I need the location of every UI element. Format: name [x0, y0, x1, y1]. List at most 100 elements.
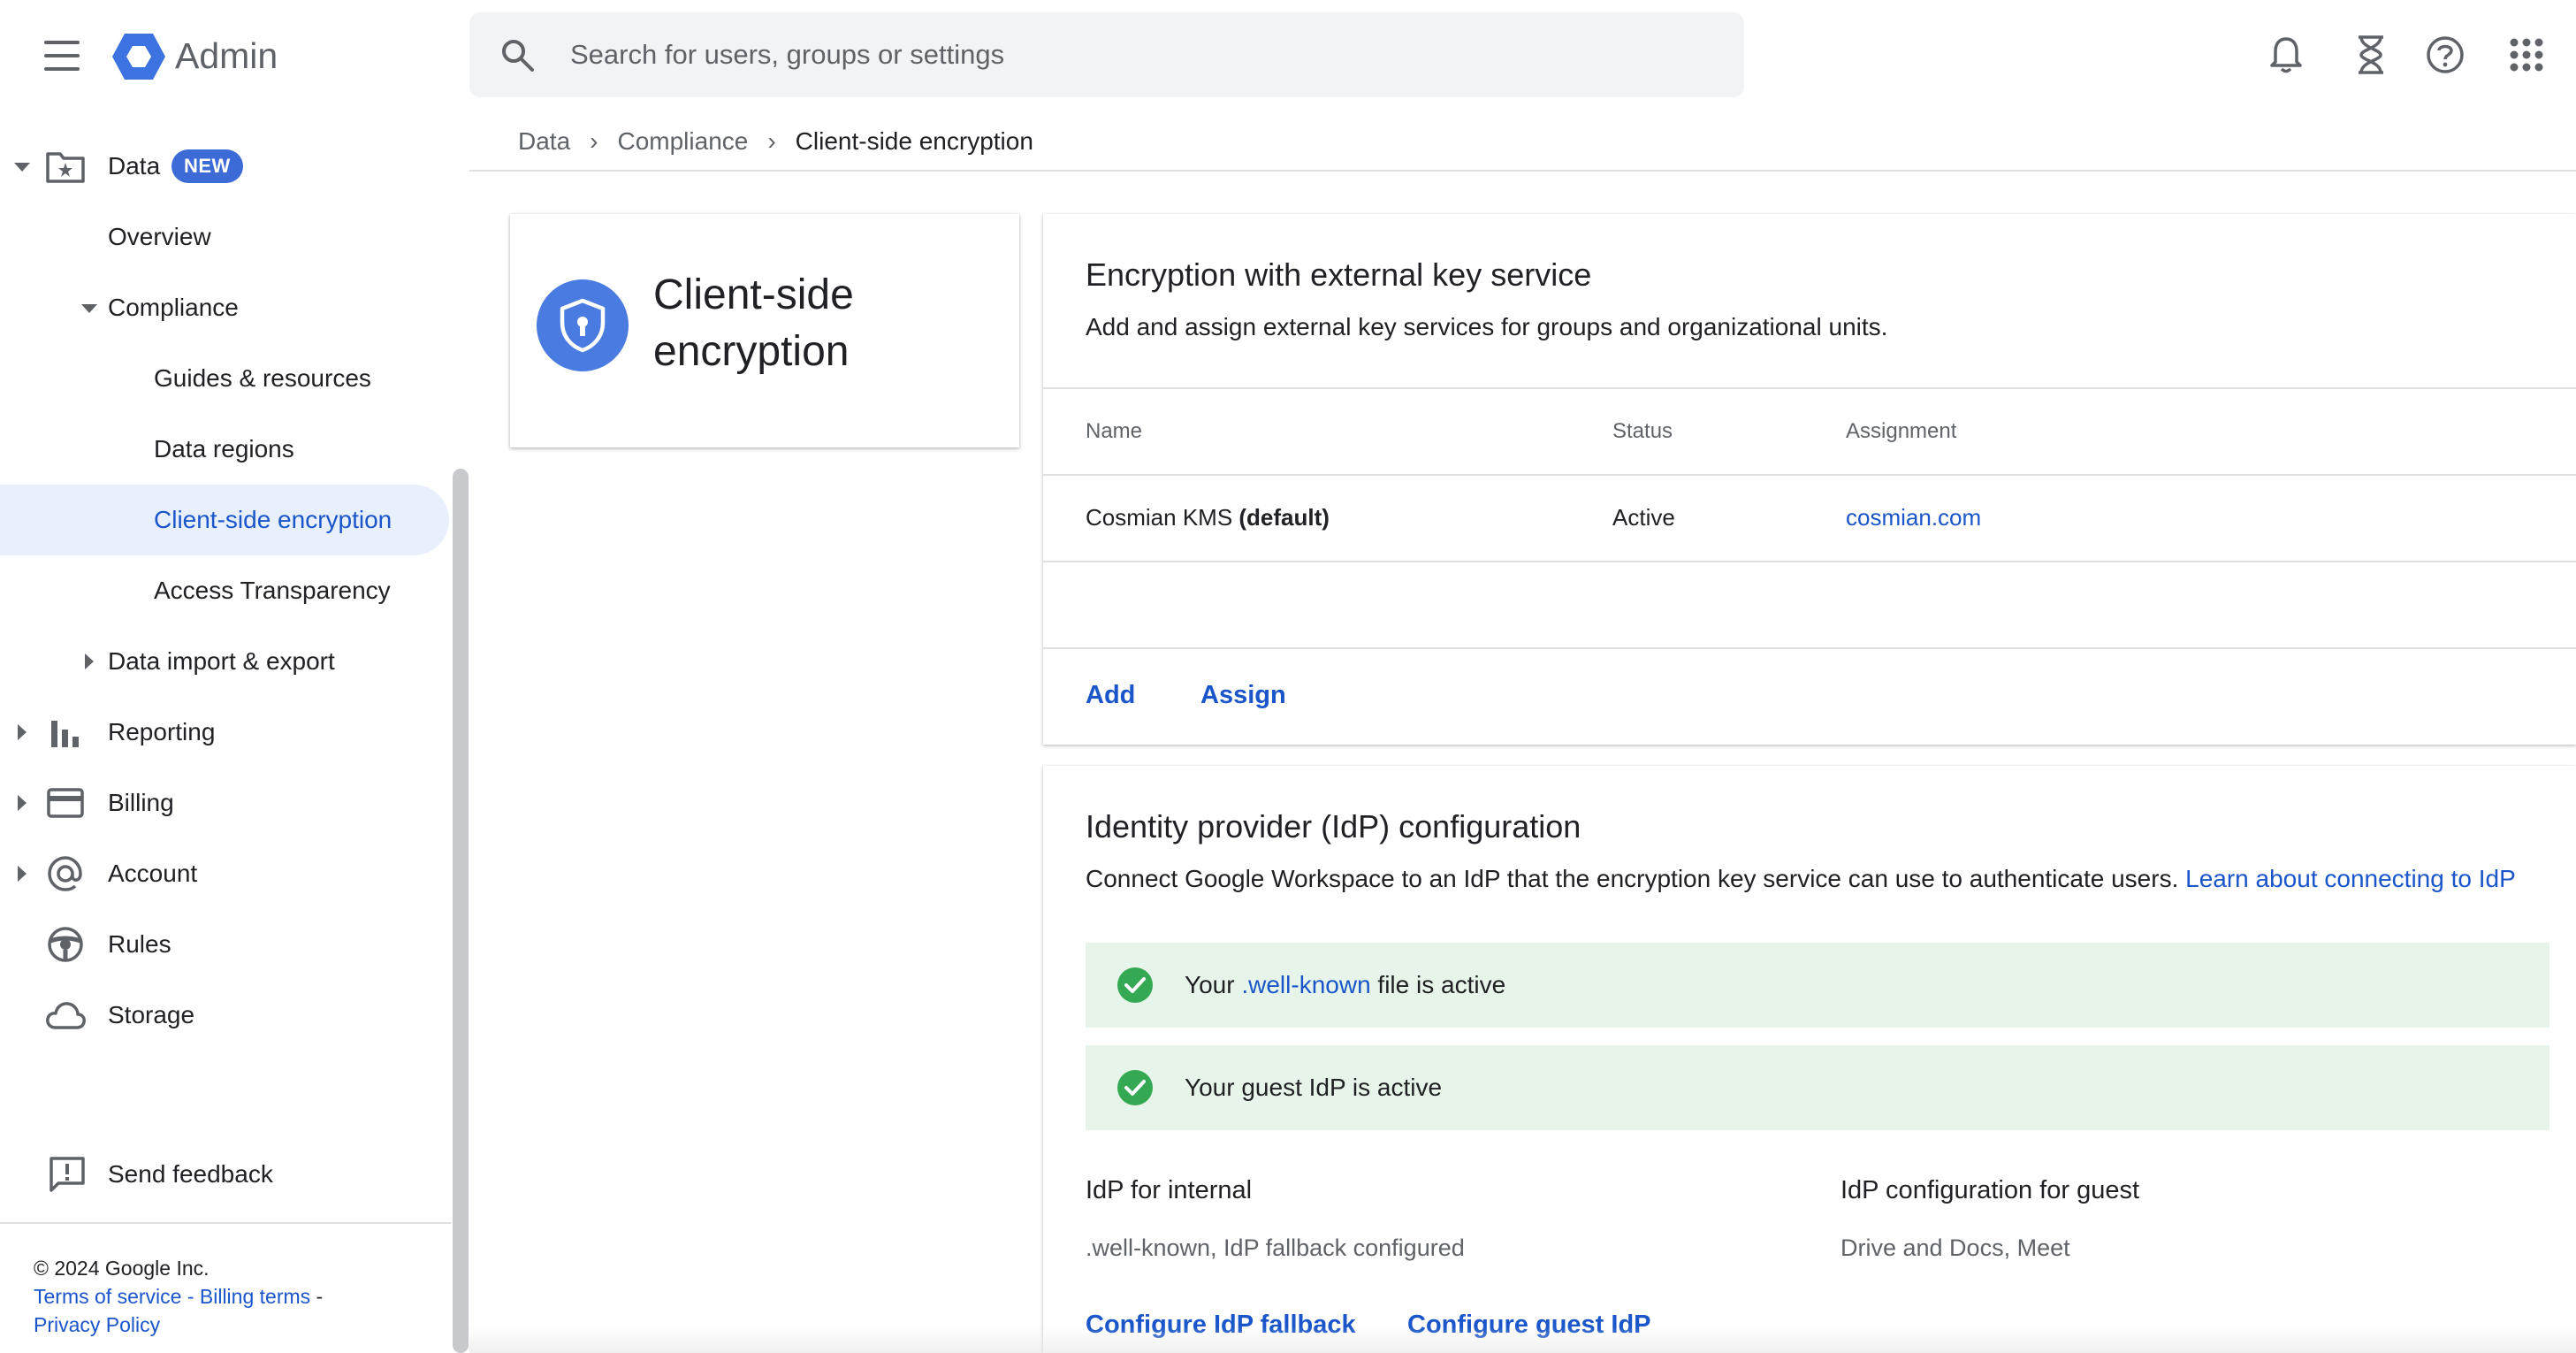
sidebar-item-overview[interactable]: Overview: [0, 202, 451, 272]
assign-button[interactable]: Assign: [1200, 681, 1286, 710]
breadcrumb-current: Client-side encryption: [795, 127, 1033, 155]
at-sign-icon: [44, 852, 87, 895]
sidebar-item-label: Guides & resources: [154, 364, 371, 392]
hourglass-icon[interactable]: [2344, 28, 2397, 81]
banner-text: Your .well-known file is active: [1185, 971, 1505, 999]
terms-of-service-link[interactable]: Terms of service: [34, 1285, 181, 1308]
sidebar-item-reporting[interactable]: Reporting: [0, 697, 451, 768]
breadcrumb-chevron-icon: ›: [767, 127, 776, 155]
sidebar-item-storage[interactable]: Storage: [0, 980, 451, 1051]
row-assignment-cell: cosmian.com: [1846, 504, 1981, 531]
help-icon[interactable]: [2419, 28, 2472, 81]
feedback-icon: [46, 1153, 88, 1196]
check-circle-icon: [1117, 967, 1153, 1003]
sidebar-item-label: Overview: [108, 223, 211, 250]
apps-grid-icon[interactable]: [2500, 28, 2553, 81]
sidebar-item-billing[interactable]: Billing: [0, 768, 451, 838]
table-divider: [1043, 387, 2576, 389]
idp-card: Identity provider (IdP) configuration Co…: [1043, 766, 2576, 1353]
bar-chart-icon: [44, 711, 87, 753]
sidebar-item-access-transparency[interactable]: Access Transparency: [0, 555, 451, 626]
idp-internal-value: .well-known, IdP fallback configured: [1086, 1235, 1465, 1261]
top-bar: Admin: [0, 0, 2576, 111]
sidebar-item-data[interactable]: Data NEW: [0, 131, 451, 202]
breadcrumb-item-compliance[interactable]: Compliance: [617, 127, 748, 156]
cloud-icon: [44, 994, 87, 1036]
sidebar-item-label: Storage: [108, 1001, 195, 1028]
search-bar[interactable]: [469, 12, 1744, 97]
learn-idp-link[interactable]: Learn about connecting to IdP: [2185, 865, 2516, 892]
sidebar-item-label: Compliance: [108, 294, 239, 321]
shield-lock-icon: [537, 279, 629, 371]
new-badge: NEW: [171, 149, 243, 183]
assignment-link[interactable]: cosmian.com: [1846, 504, 1981, 531]
folder-star-icon: [44, 145, 87, 187]
idp-description: Connect Google Workspace to an IdP that …: [1086, 865, 2516, 893]
page-title-card: Client-side encryption: [510, 214, 1019, 447]
sidebar-scrollbar[interactable]: [453, 469, 469, 1353]
expand-caret-icon[interactable]: [18, 724, 27, 740]
sidebar-item-account[interactable]: Account: [0, 838, 451, 909]
privacy-policy-link[interactable]: Privacy Policy: [34, 1313, 160, 1336]
billing-terms-link[interactable]: Billing terms: [200, 1285, 310, 1308]
steering-wheel-icon: [44, 923, 87, 966]
column-header-name[interactable]: Name: [1086, 419, 1142, 444]
sidebar-item-compliance[interactable]: Compliance: [0, 272, 451, 343]
key-service-card: Encryption with external key service Add…: [1043, 214, 2576, 745]
sidebar-item-client-side-encryption[interactable]: Client-side encryption: [0, 485, 449, 555]
sidebar-item-label: Account: [108, 860, 198, 887]
idp-heading: Identity provider (IdP) configuration: [1086, 808, 1581, 845]
sidebar-item-data-import-export[interactable]: Data import & export: [0, 626, 451, 697]
expand-caret-icon[interactable]: [81, 304, 97, 313]
column-header-assignment[interactable]: Assignment: [1846, 419, 1956, 444]
well-known-link[interactable]: .well-known: [1241, 971, 1370, 998]
table-divider: [1043, 561, 2576, 562]
idp-description-text: Connect Google Workspace to an IdP that …: [1086, 865, 2179, 892]
breadcrumb-item-data[interactable]: Data: [518, 127, 570, 156]
configure-idp-fallback-button[interactable]: Configure IdP fallback: [1086, 1311, 1356, 1340]
key-service-description: Add and assign external key services for…: [1086, 313, 1888, 340]
search-input[interactable]: [570, 28, 1719, 81]
sidebar-item-label: Access Transparency: [154, 577, 391, 604]
configure-guest-idp-button[interactable]: Configure guest IdP: [1407, 1311, 1651, 1340]
banner-suffix: file is active: [1377, 971, 1506, 998]
expand-caret-icon[interactable]: [18, 866, 27, 882]
sidebar-item-data-regions[interactable]: Data regions: [0, 414, 451, 485]
sidebar-item-label: Reporting: [108, 718, 216, 745]
expand-caret-icon[interactable]: [85, 654, 94, 669]
bell-icon[interactable]: [2260, 28, 2313, 81]
main-menu-icon[interactable]: [37, 35, 87, 76]
sidebar-item-rules[interactable]: Rules: [0, 909, 451, 980]
admin-logo-icon[interactable]: [111, 32, 166, 81]
table-divider: [1043, 474, 2576, 476]
row-status-cell: Active: [1612, 504, 1675, 531]
add-button[interactable]: Add: [1086, 681, 1135, 710]
well-known-status-banner: Your .well-known file is active: [1086, 943, 2549, 1028]
footer-separator: -: [181, 1285, 200, 1308]
default-label: (default): [1238, 504, 1330, 531]
key-service-name: Cosmian KMS: [1086, 504, 1233, 531]
expand-caret-icon[interactable]: [18, 795, 27, 811]
sidebar-item-label: Data import & export: [108, 647, 335, 675]
app-title[interactable]: Admin: [175, 28, 278, 83]
sidebar-item-label: Data: [108, 152, 161, 180]
idp-guest-value: Drive and Docs, Meet: [1841, 1235, 2070, 1261]
send-feedback-button[interactable]: Send feedback: [0, 1139, 451, 1210]
sidebar-item-label: Client-side encryption: [154, 506, 392, 533]
search-icon: [502, 40, 534, 72]
column-header-status[interactable]: Status: [1612, 419, 1673, 444]
breadcrumb-chevron-icon: ›: [590, 127, 598, 155]
breadcrumb-divider: [469, 170, 2576, 172]
table-divider: [1043, 647, 2576, 649]
row-name-cell: Cosmian KMS (default): [1086, 504, 1330, 531]
guest-idp-status-banner: Your guest IdP is active: [1086, 1045, 2549, 1130]
sidebar-divider: [0, 1222, 451, 1224]
copyright-text: © 2024 Google Inc.: [34, 1257, 210, 1280]
page-title: Client-side encryption: [653, 271, 854, 375]
idp-guest-heading: IdP configuration for guest: [1841, 1176, 2140, 1204]
sidebar-item-guides[interactable]: Guides & resources: [0, 343, 451, 414]
sidebar-item-label: Rules: [108, 930, 171, 958]
check-circle-icon: [1117, 1070, 1153, 1105]
send-feedback-label: Send feedback: [108, 1160, 273, 1188]
expand-caret-icon[interactable]: [14, 163, 30, 172]
